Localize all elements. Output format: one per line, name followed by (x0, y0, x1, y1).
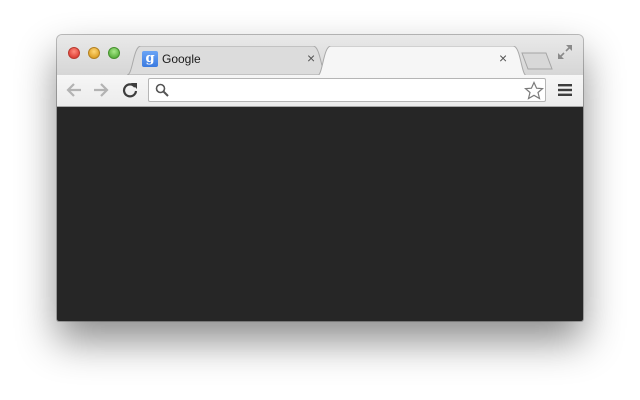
google-favicon-icon: g (142, 51, 158, 67)
omnibox-input[interactable] (175, 81, 515, 99)
star-outline-icon[interactable] (524, 81, 544, 100)
window-zoom-button[interactable] (108, 47, 120, 59)
new-tab-button[interactable] (520, 52, 554, 70)
page-content-area[interactable] (57, 107, 583, 321)
tab-google[interactable]: g Google × (127, 46, 327, 75)
hamburger-menu-icon[interactable] (557, 83, 573, 97)
tab-title: Google (162, 52, 201, 66)
browser-window: g Google × × (57, 35, 583, 321)
browser-toolbar (57, 75, 583, 107)
omnibox[interactable] (148, 78, 546, 102)
tab-new-active[interactable]: × (317, 46, 527, 76)
window-close-button[interactable] (68, 47, 80, 59)
tab-close-icon[interactable]: × (307, 50, 315, 66)
tab-shape (317, 46, 527, 76)
arrow-right-icon[interactable] (92, 81, 110, 99)
fullscreen-icon[interactable] (557, 44, 573, 60)
tab-close-icon[interactable]: × (499, 50, 507, 66)
reload-icon[interactable] (121, 81, 139, 99)
search-icon (155, 83, 169, 97)
tab-strip: g Google × × (57, 35, 583, 76)
window-minimize-button[interactable] (88, 47, 100, 59)
arrow-left-icon[interactable] (65, 81, 83, 99)
